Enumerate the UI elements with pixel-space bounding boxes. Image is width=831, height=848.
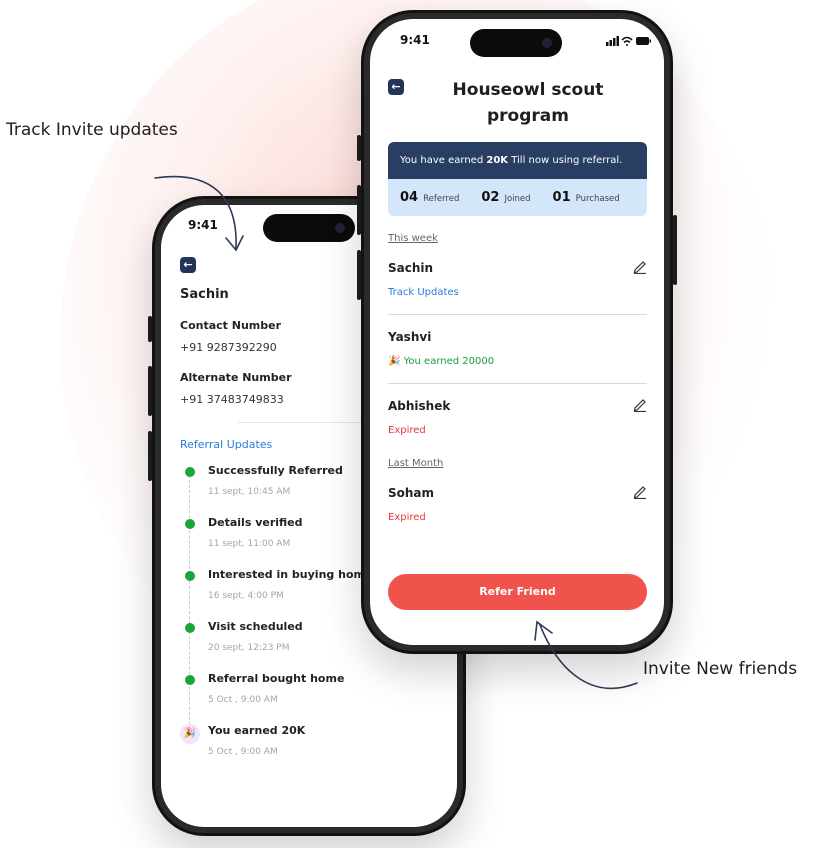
earnings-amount: 20K: [486, 155, 509, 166]
timeline-title: Successfully Referred: [208, 464, 343, 477]
referral-name: Yashvi: [388, 330, 432, 344]
battery-icon: [636, 37, 651, 45]
timeline-date: 5 Oct , 9:00 AM: [208, 747, 278, 757]
referral-updates-heading: Referral Updates: [180, 438, 273, 451]
timeline-dot: [185, 675, 195, 685]
contact-number-label: Contact Number: [180, 319, 282, 332]
status-icons: [606, 36, 651, 46]
referral-name: Abhishek: [388, 399, 451, 413]
timeline-dot: [185, 623, 195, 633]
page-title-line: program: [487, 106, 569, 126]
timeline-title: Referral bought home: [208, 672, 345, 685]
timeline-date: 20 sept, 12:23 PM: [208, 643, 290, 653]
page-title: Houseowl scout program: [428, 77, 628, 129]
earned-text: You earned 20000: [403, 356, 495, 367]
stat-purchased: 01 Purchased: [552, 190, 620, 205]
track-updates-link[interactable]: Track Updates: [388, 287, 459, 298]
pencil-edit-icon[interactable]: [632, 396, 648, 412]
referral-name: Sachin: [388, 261, 434, 275]
stat-joined: 02 Joined: [481, 190, 531, 205]
page-title-line: Houseowl scout: [452, 80, 604, 100]
party-popper-icon: 🎉: [180, 724, 200, 744]
phone-side-button: [673, 215, 677, 285]
timeline-connector: [189, 475, 190, 740]
divider: [388, 383, 647, 384]
phone-side-button: [357, 185, 361, 235]
timeline-date: 16 sept, 4:00 PM: [208, 591, 284, 601]
earnings-text: Till now using referral.: [508, 155, 623, 166]
status-time: 9:41: [400, 33, 430, 47]
phone-side-button: [148, 366, 152, 416]
timeline-title: Interested in buying home: [208, 568, 373, 581]
timeline-title: Visit scheduled: [208, 620, 303, 633]
timeline-date: 11 sept, 10:45 AM: [208, 487, 291, 497]
expired-status: Expired: [388, 512, 426, 523]
refer-friend-button[interactable]: Refer Friend: [388, 574, 647, 610]
phone-side-button: [148, 431, 152, 481]
back-button[interactable]: ←: [388, 79, 404, 95]
signal-icon: [606, 36, 619, 46]
phone-side-button: [148, 316, 152, 342]
earnings-text: You have earned: [400, 155, 487, 166]
timeline-title: You earned 20K: [208, 724, 306, 737]
earned-status: 🎉 You earned 20000: [388, 356, 494, 367]
referral-stats: 04 Referred 02 Joined 01 Purchased: [388, 179, 647, 216]
pencil-edit-icon[interactable]: [632, 258, 648, 274]
timeline-dot: [185, 571, 195, 581]
alternate-number-value[interactable]: +91 37483749833: [180, 393, 284, 406]
alternate-number-label: Alternate Number: [180, 371, 292, 384]
status-time: 9:41: [188, 218, 218, 232]
back-arrow-icon: ←: [183, 258, 193, 271]
pencil-edit-icon[interactable]: [632, 483, 648, 499]
referral-name: Sachin: [180, 287, 229, 302]
dynamic-island: [263, 214, 355, 242]
scout-program-screen: 9:41 ← Houseowl scout program You have e…: [370, 19, 664, 645]
last-month-label: Last Month: [388, 458, 444, 469]
divider: [388, 314, 647, 315]
party-popper-icon: 🎉: [388, 356, 401, 367]
track-invite-annotation: Track Invite updates: [6, 120, 178, 140]
earnings-banner: You have earned 20K Till now using refer…: [388, 142, 647, 179]
invite-friends-annotation: Invite New friends: [643, 659, 798, 679]
back-button[interactable]: ←: [180, 257, 196, 273]
contact-number-value[interactable]: +91 9287392290: [180, 341, 277, 354]
dynamic-island: [470, 29, 562, 57]
expired-status: Expired: [388, 425, 426, 436]
this-week-label: This week: [388, 233, 438, 244]
timeline-dot: [185, 519, 195, 529]
timeline-date: 11 sept, 11:00 AM: [208, 539, 291, 549]
back-arrow-icon: ←: [391, 80, 401, 93]
timeline-dot: [185, 467, 195, 477]
earnings-summary-card: You have earned 20K Till now using refer…: [388, 142, 647, 216]
phone-side-button: [357, 250, 361, 300]
referral-name: Soham: [388, 486, 435, 500]
timeline-date: 5 Oct , 9:00 AM: [208, 695, 278, 705]
wifi-icon: [621, 36, 633, 46]
phone-side-button: [357, 135, 361, 161]
timeline-title: Details verified: [208, 516, 303, 529]
scout-program-phone: 9:41 ← Houseowl scout program You have e…: [357, 10, 677, 654]
stat-referred: 04 Referred: [400, 190, 460, 205]
